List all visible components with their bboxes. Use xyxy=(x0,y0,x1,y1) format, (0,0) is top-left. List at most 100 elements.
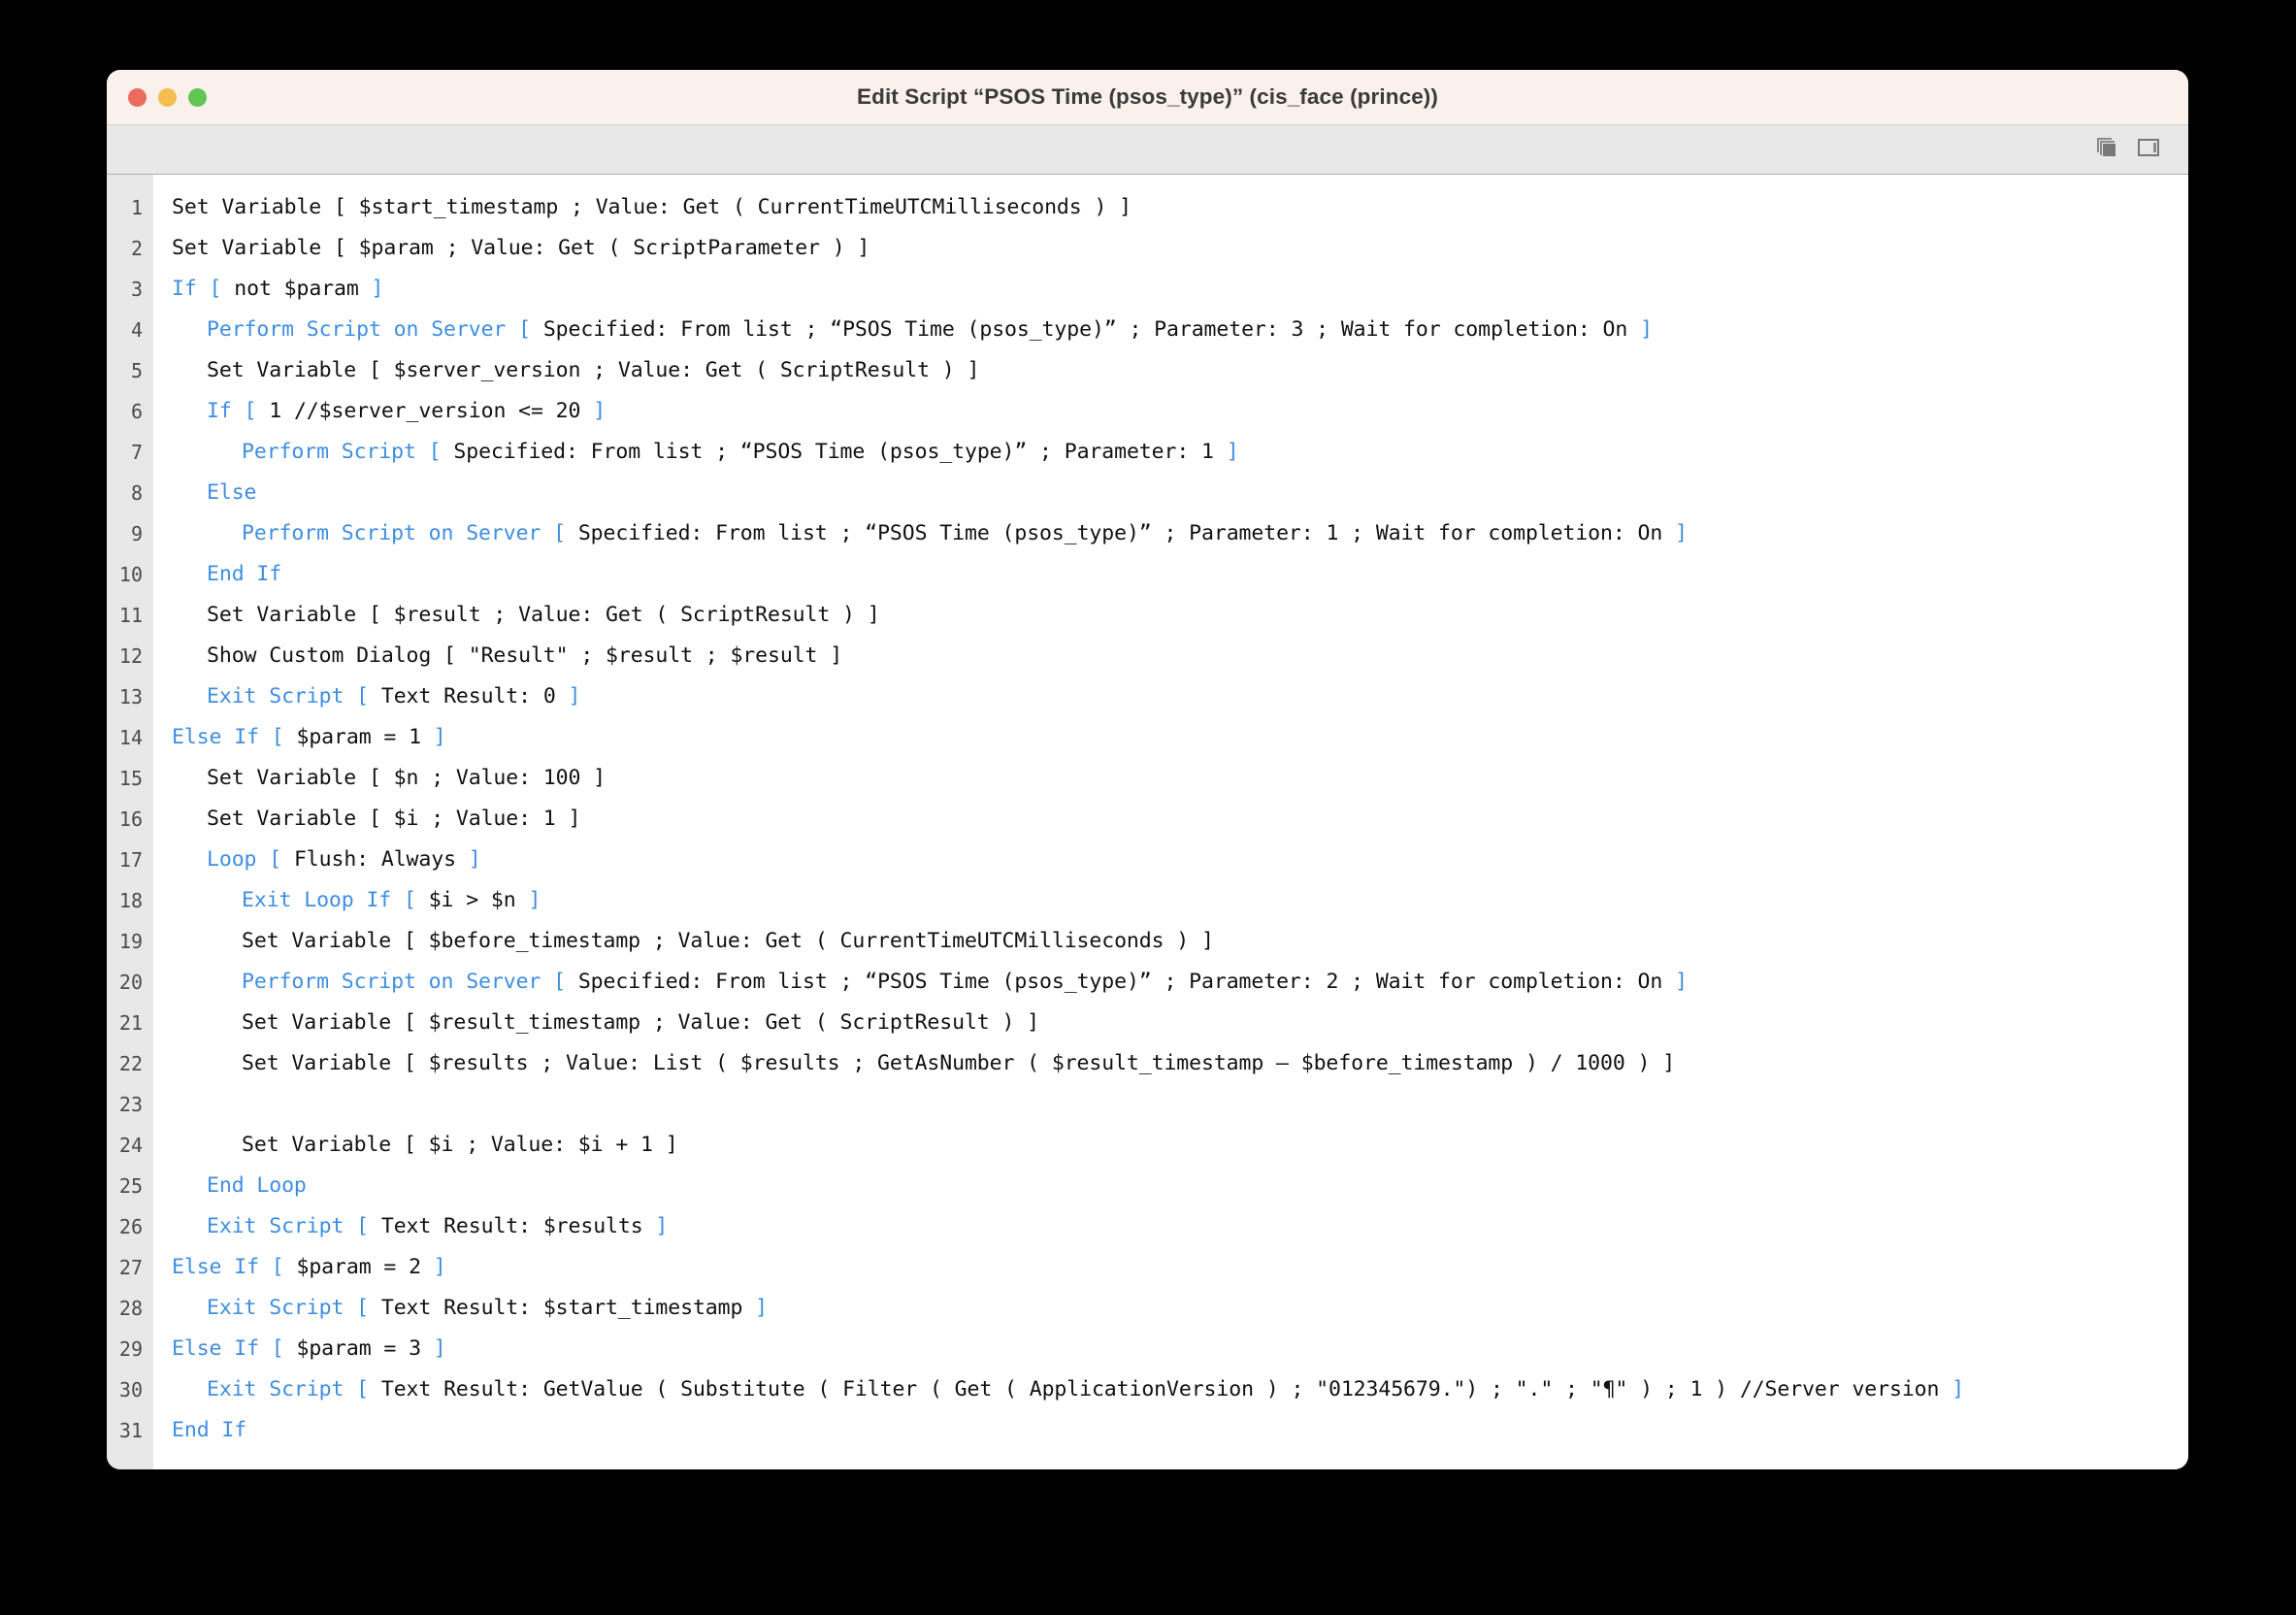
line-number: 10 xyxy=(118,563,143,586)
line-number: 22 xyxy=(118,1052,143,1075)
window-titlebar: Edit Script “PSOS Time (psos_type)” (cis… xyxy=(107,70,2188,125)
script-step[interactable]: End Loop xyxy=(172,1166,2188,1206)
script-step[interactable]: Perform Script on Server [ Specified: Fr… xyxy=(172,513,2188,554)
step-keyword: Exit Script xyxy=(207,1214,357,1238)
line-number: 16 xyxy=(118,808,143,831)
script-step[interactable]: Show Custom Dialog [ "Result" ; $result … xyxy=(172,636,2188,676)
script-step[interactable]: End If xyxy=(172,1410,2188,1451)
line-number: 27 xyxy=(118,1256,143,1279)
step-bracket: ] xyxy=(568,684,581,709)
step-keyword: Perform Script xyxy=(242,440,429,464)
step-text: Flush: Always xyxy=(281,847,469,872)
line-number: 4 xyxy=(130,318,143,342)
script-step[interactable]: Exit Script [ Text Result: 0 ] xyxy=(172,676,2188,717)
script-step[interactable]: If [ not $param ] xyxy=(172,269,2188,310)
script-step[interactable]: Set Variable [ $result_timestamp ; Value… xyxy=(172,1003,2188,1043)
step-keyword: Exit Script xyxy=(207,1296,357,1320)
script-step[interactable]: Else xyxy=(172,473,2188,513)
step-bracket: [ xyxy=(356,1296,369,1320)
step-bracket: ] xyxy=(1675,970,1688,994)
window-title: Edit Script “PSOS Time (psos_type)” (cis… xyxy=(857,84,1438,109)
step-bracket: [ xyxy=(244,399,257,423)
script-step[interactable]: Perform Script on Server [ Specified: Fr… xyxy=(172,310,2188,350)
step-keyword: Perform Script on Server xyxy=(207,317,519,342)
step-bracket: [ xyxy=(269,847,282,872)
script-step[interactable]: Set Variable [ $i ; Value: 1 ] xyxy=(172,799,2188,840)
script-step[interactable]: Else If [ $param = 1 ] xyxy=(172,717,2188,758)
step-text: Set Variable [ $result ; Value: Get ( Sc… xyxy=(207,603,880,627)
step-text: Text Result: $results xyxy=(369,1214,656,1238)
line-number: 7 xyxy=(130,441,143,464)
line-number: 6 xyxy=(130,400,143,423)
script-step[interactable]: Set Variable [ $results ; Value: List ( … xyxy=(172,1043,2188,1084)
step-bracket: ] xyxy=(593,399,607,423)
line-number: 12 xyxy=(118,644,143,668)
step-bracket: ] xyxy=(433,1336,446,1361)
line-number: 2 xyxy=(130,237,143,260)
screen: { "window": { "title": "Edit Script \u20… xyxy=(0,0,2296,1615)
script-step[interactable]: Set Variable [ $result ; Value: Get ( Sc… xyxy=(172,595,2188,636)
line-number: 5 xyxy=(130,359,143,382)
script-step[interactable]: Set Variable [ $param ; Value: Get ( Scr… xyxy=(172,228,2188,269)
script-step[interactable]: Else If [ $param = 3 ] xyxy=(172,1329,2188,1369)
script-steps-list[interactable]: Set Variable [ $start_timestamp ; Value:… xyxy=(153,175,2188,1469)
script-step[interactable]: Perform Script on Server [ Specified: Fr… xyxy=(172,962,2188,1003)
step-text: 1 //$server_version <= 20 xyxy=(256,399,594,423)
script-step[interactable]: End If xyxy=(172,554,2188,595)
line-number: 24 xyxy=(118,1134,143,1157)
step-bracket: ] xyxy=(468,847,481,872)
step-text: Text Result: $start_timestamp xyxy=(369,1296,756,1320)
step-bracket: ] xyxy=(1226,440,1239,464)
script-toolbar xyxy=(107,125,2188,175)
script-step[interactable]: Exit Script [ Text Result: $start_timest… xyxy=(172,1288,2188,1329)
script-step[interactable]: Set Variable [ $i ; Value: $i + 1 ] xyxy=(172,1125,2188,1166)
script-step[interactable]: Else If [ $param = 2 ] xyxy=(172,1247,2188,1288)
script-step[interactable]: Exit Loop If [ $i > $n ] xyxy=(172,880,2188,921)
step-text: $param = 2 xyxy=(283,1255,434,1279)
step-text: Set Variable [ $before_timestamp ; Value… xyxy=(242,929,1214,953)
line-number: 3 xyxy=(130,278,143,301)
line-number: 14 xyxy=(118,726,143,749)
step-text: Set Variable [ $result_timestamp ; Value… xyxy=(242,1010,1040,1035)
script-step[interactable]: Exit Script [ Text Result: $results ] xyxy=(172,1206,2188,1247)
script-step[interactable]: Set Variable [ $n ; Value: 100 ] xyxy=(172,758,2188,799)
close-button[interactable] xyxy=(128,88,147,107)
script-step[interactable]: Set Variable [ $before_timestamp ; Value… xyxy=(172,921,2188,962)
line-number: 25 xyxy=(118,1174,143,1198)
script-step[interactable]: Exit Script [ Text Result: GetValue ( Su… xyxy=(172,1369,2188,1410)
step-bracket: [ xyxy=(428,440,442,464)
script-step[interactable]: Loop [ Flush: Always ] xyxy=(172,840,2188,880)
script-step[interactable]: Set Variable [ $server_version ; Value: … xyxy=(172,350,2188,391)
step-text: Specified: From list ; “PSOS Time (psos_… xyxy=(565,970,1676,994)
step-keyword: End If xyxy=(207,562,282,586)
line-number: 1 xyxy=(130,196,143,219)
minimize-button[interactable] xyxy=(158,88,177,107)
step-keyword: Loop xyxy=(207,847,270,872)
step-text: $param = 1 xyxy=(283,725,434,749)
step-bracket: [ xyxy=(553,521,566,545)
step-text: not $param xyxy=(221,277,372,301)
script-step[interactable] xyxy=(172,1084,2188,1125)
step-keyword: End Loop xyxy=(207,1173,307,1198)
zoom-button[interactable] xyxy=(188,88,207,107)
step-bracket: ] xyxy=(371,277,384,301)
duplicate-window-button[interactable] xyxy=(2089,135,2122,164)
duplicate-window-icon xyxy=(2093,135,2118,165)
step-keyword: Exit Loop If xyxy=(242,888,404,912)
script-step[interactable]: Set Variable [ $start_timestamp ; Value:… xyxy=(172,187,2188,228)
step-keyword: Perform Script on Server xyxy=(242,970,554,994)
step-bracket: [ xyxy=(271,1336,284,1361)
step-text: Set Variable [ $i ; Value: 1 ] xyxy=(207,807,581,831)
step-bracket: [ xyxy=(518,317,531,342)
step-keyword: Else If xyxy=(172,1336,272,1361)
step-text: Text Result: GetValue ( Substitute ( Fil… xyxy=(369,1377,1952,1401)
script-step[interactable]: If [ 1 //$server_version <= 20 ] xyxy=(172,391,2188,432)
script-editor[interactable]: 1 2 3 4 5 6 7 8 9 10 11 12 13 14 15 16 17 18 19 20 21 22 23 24 2… xyxy=(107,175,2188,1469)
script-step[interactable]: Perform Script [ Specified: From list ; … xyxy=(172,432,2188,473)
sidebar-panel-button[interactable] xyxy=(2132,135,2165,164)
line-number: 26 xyxy=(118,1215,143,1238)
step-bracket: [ xyxy=(403,888,416,912)
line-number: 23 xyxy=(118,1093,143,1116)
step-text: $i > $n xyxy=(415,888,529,912)
line-number: 15 xyxy=(118,767,143,790)
